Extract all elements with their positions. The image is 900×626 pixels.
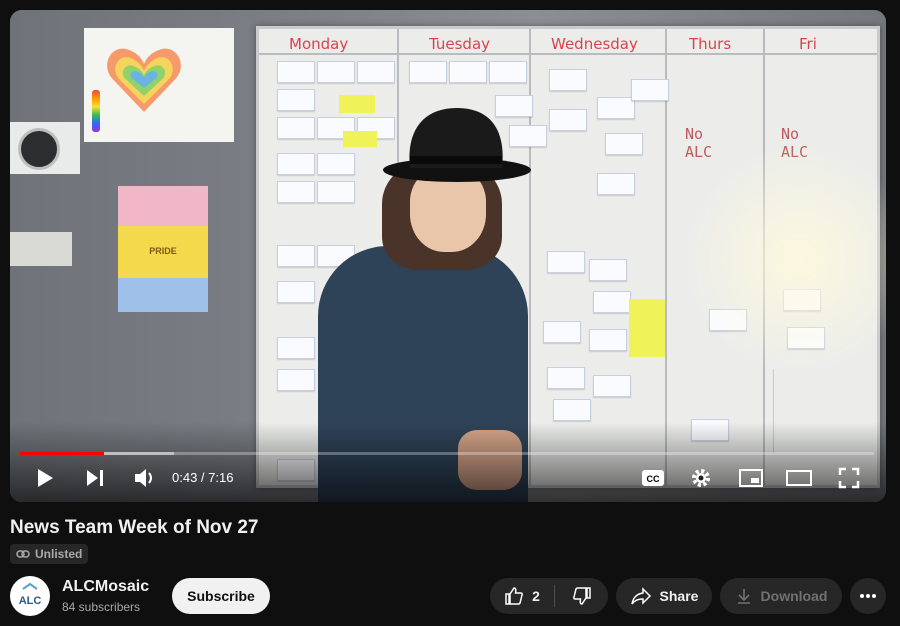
pride-poster: PRIDE	[118, 186, 208, 312]
more-icon	[860, 594, 876, 598]
progress-bar[interactable]	[20, 452, 874, 455]
more-actions-button[interactable]	[850, 578, 886, 614]
download-button[interactable]: Download	[720, 578, 842, 614]
settings-icon	[692, 469, 710, 487]
visibility-badge: Unlisted	[10, 544, 89, 564]
dislike-icon	[573, 587, 591, 605]
volume-icon	[135, 469, 152, 487]
miniplayer-button[interactable]	[736, 465, 766, 491]
download-icon	[737, 589, 750, 604]
avatar-logo: ALC	[19, 582, 42, 607]
next-icon	[87, 470, 103, 486]
next-button[interactable]	[82, 465, 108, 491]
like-button[interactable]: 2	[490, 578, 554, 614]
fedora-hat	[383, 108, 531, 182]
thermostat	[10, 122, 80, 174]
rainbow-strip	[92, 90, 100, 132]
dislike-button[interactable]	[556, 578, 608, 614]
download-label: Download	[760, 588, 828, 604]
captions-button[interactable]: CC	[638, 465, 668, 491]
day-label-fri: Fri	[799, 35, 817, 53]
visibility-label: Unlisted	[35, 547, 83, 561]
fullscreen-icon	[838, 467, 860, 489]
top-strip	[0, 0, 900, 10]
video-title: News Team Week of Nov 27	[10, 517, 259, 538]
subscribe-button[interactable]: Subscribe	[172, 578, 270, 614]
settings-button[interactable]	[686, 465, 716, 491]
theater-button[interactable]	[784, 465, 814, 491]
fullscreen-button[interactable]	[834, 465, 864, 491]
volume-button[interactable]	[130, 465, 160, 491]
miniplayer-icon	[739, 469, 763, 487]
rainbow-heart-image	[107, 48, 181, 112]
like-dislike-group: 2	[490, 578, 608, 614]
share-button[interactable]: Share	[616, 578, 712, 614]
day-label-thurs: Thurs	[689, 35, 732, 53]
svg-text:ALC: ALC	[19, 595, 42, 607]
subscriber-count: 84 subscribers	[62, 600, 141, 614]
svg-text:CC: CC	[647, 474, 660, 484]
play-icon	[38, 469, 53, 487]
channel-avatar[interactable]: ALC	[10, 576, 50, 616]
day-label-monday: Monday	[289, 35, 349, 53]
heart-poster	[84, 28, 234, 142]
captions-icon: CC	[642, 470, 664, 486]
channel-name[interactable]: ALCMosaic	[62, 578, 149, 596]
day-label-wednesday: Wednesday	[551, 35, 638, 53]
time-display: 0:43 / 7:16	[172, 470, 234, 485]
wall-switch	[10, 232, 72, 266]
poster-text: PRIDE	[149, 246, 177, 256]
play-button[interactable]	[32, 465, 58, 491]
day-label-tuesday: Tuesday	[429, 35, 491, 53]
like-icon	[505, 587, 524, 605]
theater-icon	[786, 470, 812, 486]
share-icon	[630, 587, 651, 605]
link-icon	[16, 550, 30, 558]
video-player[interactable]: PRIDE Monday Tuesday Wednesday Thurs Fri…	[10, 10, 886, 502]
progress-played	[20, 452, 104, 455]
share-label: Share	[659, 588, 699, 604]
like-count: 2	[532, 588, 540, 604]
like-divider	[554, 585, 555, 607]
